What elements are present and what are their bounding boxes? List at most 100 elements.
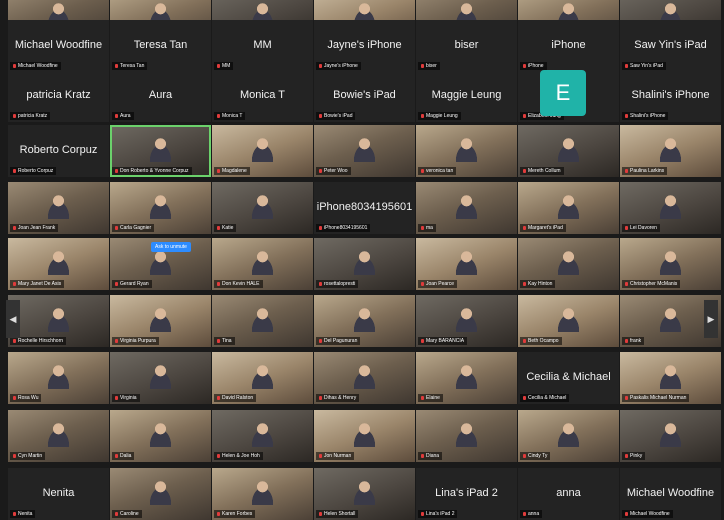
participant-tile[interactable]: Joan Jean Frank — [8, 182, 109, 234]
participant-tile[interactable]: veronica tan — [416, 125, 517, 177]
participant-video — [42, 421, 75, 448]
participant-nameplate: Nenita — [10, 510, 36, 518]
participant-video — [42, 249, 75, 276]
participant-tile[interactable]: Don Roberto & Yvonne Corpuz — [110, 125, 211, 177]
participant-tile[interactable]: ma — [416, 182, 517, 234]
muted-mic-icon — [115, 454, 118, 458]
participant-tile[interactable]: Helen Shortall — [314, 468, 415, 520]
participant-tile[interactable]: Caroline — [110, 468, 211, 520]
participant-tile[interactable]: Virginia — [110, 352, 211, 404]
participant-nameplate: veronica tan — [418, 167, 457, 175]
participant-tile[interactable]: Cyn Martin — [8, 410, 109, 462]
participant-display-name: iPhone — [551, 38, 586, 51]
participant-tile[interactable]: Jon Nurman — [314, 410, 415, 462]
participant-tile[interactable]: Joan Pearce — [416, 238, 517, 290]
participant-tile[interactable]: Monica T Monica T — [212, 70, 313, 122]
muted-mic-icon — [421, 282, 424, 286]
participant-tile[interactable]: Rochelle Hirschhorn — [8, 295, 109, 347]
participant-tile[interactable]: Lina's iPad 2 Lina's iPad 2 — [416, 468, 517, 520]
ask-to-unmute-toast[interactable]: Ask to unmute — [151, 242, 191, 252]
participant-tile[interactable]: Virginia Purpura — [110, 295, 211, 347]
participant-tile[interactable]: Maggie Leung Maggie Leung — [416, 70, 517, 122]
participant-tile[interactable]: Diana — [416, 410, 517, 462]
participant-nameplate: Paskalis Michael Nurman — [622, 394, 690, 402]
participant-tile[interactable]: Lei Davoren — [620, 182, 721, 234]
participant-video — [552, 136, 585, 163]
participant-tile[interactable]: Pinky — [620, 410, 721, 462]
previous-page-button[interactable]: ◀ — [6, 300, 20, 338]
next-page-button[interactable]: ▶ — [704, 300, 718, 338]
muted-mic-icon — [13, 282, 16, 286]
participant-tile[interactable]: Dalia — [110, 410, 211, 462]
participant-nameplate: Lina's iPad 2 — [418, 510, 458, 518]
participant-label: anna — [528, 511, 540, 517]
muted-mic-icon — [421, 169, 424, 173]
participant-tile[interactable]: Michael Woodfine Michael Woodfine — [8, 20, 109, 72]
participant-tile[interactable]: Peter Woo — [314, 125, 415, 177]
participant-tile[interactable]: Magdalene — [212, 125, 313, 177]
participant-label: Beth Ocampo — [528, 338, 559, 344]
participant-tile[interactable]: Mary Janet De Asis — [8, 238, 109, 290]
participant-tile[interactable]: Saw Yin's iPad Saw Yin's iPad — [620, 20, 721, 72]
participant-label: Bowie's iPad — [324, 113, 353, 119]
participant-tile[interactable]: biser biser — [416, 20, 517, 72]
participant-tile[interactable]: Mereth Collum — [518, 125, 619, 177]
participant-display-name: Shalini's iPhone — [631, 88, 710, 101]
participant-tile[interactable]: Mary BARANCIA — [416, 295, 517, 347]
participant-tile[interactable]: Jayne's iPhone Jayne's iPhone — [314, 20, 415, 72]
participant-video — [450, 363, 483, 390]
muted-mic-icon — [217, 396, 220, 400]
participant-tile[interactable]: Del Pagunuran — [314, 295, 415, 347]
participant-video — [654, 249, 687, 276]
muted-mic-icon — [115, 226, 118, 230]
participant-tile[interactable]: Cecilia & Michael Cecilia & Michael — [518, 352, 619, 404]
participant-tile[interactable]: Carla Gagnier — [110, 182, 211, 234]
participant-tile[interactable]: Beth Ocampo — [518, 295, 619, 347]
participant-tile[interactable]: Shalini's iPhone Shalini's iPhone — [620, 70, 721, 122]
participant-tile[interactable]: Bowie's iPad Bowie's iPad — [314, 70, 415, 122]
participant-tile[interactable]: Elaine — [416, 352, 517, 404]
participant-tile[interactable]: Paulina Larkins — [620, 125, 721, 177]
participant-label: Virginia — [120, 395, 137, 401]
participant-tile[interactable]: Tina — [212, 295, 313, 347]
participant-nameplate: Del Pagunuran — [316, 337, 361, 345]
participant-tile[interactable]: David Ralston — [212, 352, 313, 404]
participant-tile[interactable]: MM MM — [212, 20, 313, 72]
participant-tile[interactable]: rosettalopresti — [314, 238, 415, 290]
participant-tile[interactable]: Roberto Corpuz Roberto Corpuz — [8, 125, 109, 177]
participant-tile[interactable]: Aura Aura — [110, 70, 211, 122]
participant-video — [348, 479, 381, 506]
participant-tile[interactable]: Helen & Joe Hoh — [212, 410, 313, 462]
participant-display-name: Lina's iPad 2 — [435, 486, 498, 499]
participant-tile[interactable]: Teresa Tan Teresa Tan — [110, 20, 211, 72]
participant-nameplate: Katie — [214, 224, 237, 232]
participant-tile[interactable]: patricia Kratz patricia Kratz — [8, 70, 109, 122]
muted-mic-icon — [319, 512, 322, 516]
participant-video — [450, 421, 483, 448]
participant-nameplate: Lei Davoren — [622, 224, 660, 232]
participant-video — [348, 306, 381, 333]
participant-nameplate: Christopher McManis — [622, 280, 681, 288]
participant-tile[interactable]: Katie — [212, 182, 313, 234]
muted-mic-icon — [625, 226, 628, 230]
participant-tile[interactable]: iPhone8034195601 iPhone8034195601 — [314, 182, 415, 234]
participant-tile[interactable]: anna anna — [518, 468, 619, 520]
participant-tile[interactable]: Cindy Ty — [518, 410, 619, 462]
muted-mic-icon — [523, 396, 526, 400]
participant-tile[interactable]: Kay Hinton — [518, 238, 619, 290]
muted-mic-icon — [319, 226, 322, 230]
participant-tile[interactable]: Michael Woodfine Michael Woodfine — [620, 468, 721, 520]
participant-tile[interactable]: Paskalis Michael Nurman — [620, 352, 721, 404]
participant-tile[interactable]: Dihas & Henry — [314, 352, 415, 404]
muted-mic-icon — [625, 396, 628, 400]
participant-video — [552, 249, 585, 276]
participant-display-name: Saw Yin's iPad — [634, 38, 707, 51]
participant-tile[interactable]: Karen Forbes — [212, 468, 313, 520]
participant-video — [654, 193, 687, 220]
participant-tile[interactable]: Rosa Wu — [8, 352, 109, 404]
participant-tile[interactable]: Margaret's iPad — [518, 182, 619, 234]
participant-tile[interactable]: iPhone iPhone — [518, 20, 619, 72]
participant-tile[interactable]: Nenita Nenita — [8, 468, 109, 520]
participant-tile[interactable]: Christopher McManis — [620, 238, 721, 290]
participant-tile[interactable]: Don Kevin HALE — [212, 238, 313, 290]
